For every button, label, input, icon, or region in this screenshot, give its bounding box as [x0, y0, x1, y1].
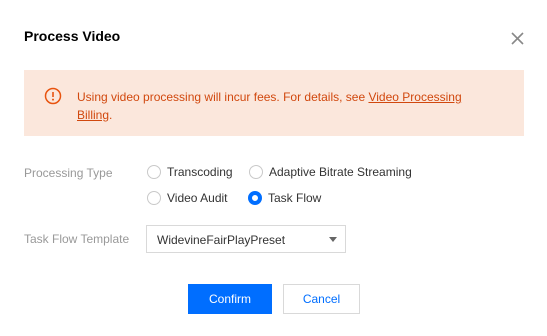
radio-circle	[147, 191, 161, 205]
task-flow-template-label: Task Flow Template	[24, 232, 130, 246]
processing-type-label: Processing Type	[24, 166, 113, 180]
radio-adaptive-bitrate-streaming[interactable]: Adaptive Bitrate Streaming	[249, 165, 412, 179]
radio-label: Video Audit	[167, 191, 228, 205]
cancel-button[interactable]: Cancel	[283, 284, 360, 314]
radio-circle	[249, 165, 263, 179]
radio-label: Transcoding	[167, 165, 233, 179]
radio-label: Adaptive Bitrate Streaming	[269, 165, 412, 179]
confirm-button[interactable]: Confirm	[188, 284, 272, 314]
radio-circle-checked	[248, 191, 262, 205]
alert-text-suffix: .	[109, 108, 113, 122]
close-icon[interactable]	[508, 29, 528, 49]
task-flow-template-select[interactable]: WidevineFairPlayPreset	[146, 225, 346, 253]
dialog-title: Process Video	[24, 28, 121, 44]
fee-warning-alert: Using video processing will incur fees. …	[24, 70, 524, 136]
process-video-dialog: Process Video Using video processing wil…	[0, 0, 547, 336]
warning-circle-icon	[44, 87, 62, 105]
alert-text-prefix: Using video processing will incur fees. …	[77, 90, 369, 104]
radio-label: Task Flow	[268, 191, 322, 205]
chevron-down-icon	[329, 237, 337, 242]
radio-video-audit[interactable]: Video Audit	[147, 191, 228, 205]
alert-message: Using video processing will incur fees. …	[77, 88, 497, 124]
radio-task-flow[interactable]: Task Flow	[248, 191, 321, 205]
radio-circle	[147, 165, 161, 179]
select-value: WidevineFairPlayPreset	[157, 233, 286, 247]
radio-transcoding[interactable]: Transcoding	[147, 165, 233, 179]
